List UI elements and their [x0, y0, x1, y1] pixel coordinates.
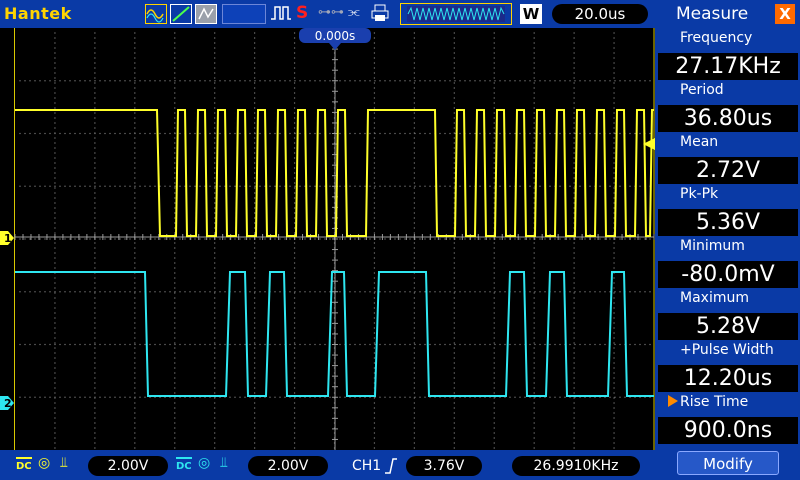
measure-value-maximum: 5.28V — [658, 313, 798, 340]
stop-icon[interactable]: S — [296, 4, 314, 24]
trigger-level[interactable]: 3.76V — [406, 456, 482, 476]
ch1-coupling: DC — [16, 461, 32, 472]
memory-waveform-preview — [407, 6, 505, 22]
ch2-scale[interactable]: 2.00V — [248, 456, 328, 476]
trigger-position-readout: 0.000s — [315, 29, 356, 43]
ch1-scale[interactable]: 2.00V — [88, 456, 168, 476]
measure-label-period: Period — [680, 82, 724, 98]
wave-mode-icon[interactable] — [145, 4, 167, 24]
trigger-edge-icon — [384, 457, 398, 479]
waveform-display[interactable]: 0.000s 1 2 — [0, 27, 655, 450]
close-button[interactable]: X — [775, 4, 795, 24]
print-icon[interactable] — [370, 4, 392, 24]
trigger-frequency: 26.9910KHz — [512, 456, 640, 476]
ch1-bw-limit-icon: ◎ — [38, 455, 51, 471]
measure-value-rise-time: 900.0ns — [658, 417, 798, 444]
ch2-marker-label: 2 — [4, 397, 12, 410]
usb-icon: ⫘ — [348, 5, 360, 20]
ch1-invert-icon: ⫫ — [60, 455, 68, 471]
measure-value-frequency: 27.17KHz — [658, 53, 798, 80]
measure-value-pulse-width: 12.20us — [658, 365, 798, 392]
status-box — [222, 4, 266, 24]
measure-label-pulse-width: +Pulse Width — [680, 342, 774, 358]
modify-button[interactable]: Modify — [677, 451, 779, 475]
brand-logo: Hantek — [4, 4, 72, 23]
key-icon: ⊶⊶ — [318, 5, 344, 20]
measure-label-frequency: Frequency — [680, 30, 753, 46]
measure-value-mean: 2.72V — [658, 157, 798, 184]
acquire-mode-indicator[interactable]: W — [520, 4, 542, 24]
measure-label-minimum: Minimum — [680, 238, 745, 254]
measure-label-pkpk: Pk-Pk — [680, 186, 719, 202]
ch1-marker-label: 1 — [4, 232, 12, 245]
trigger-position-marker — [329, 43, 341, 50]
graticule-grid — [14, 27, 655, 450]
measure-label-maximum: Maximum — [680, 290, 749, 306]
ch1-coupling-line — [16, 457, 32, 459]
measure-value-pkpk: 5.36V — [658, 209, 798, 236]
run-pulse-icon[interactable] — [270, 4, 292, 24]
ch2-bw-limit-icon: ◎ — [198, 455, 211, 471]
trigger-source: CH1 — [352, 458, 382, 474]
measure-label-mean: Mean — [680, 134, 719, 150]
ch2-coupling-line — [176, 457, 192, 459]
timebase-readout[interactable]: 20.0us — [552, 4, 648, 24]
ch2-coupling: DC — [176, 461, 192, 472]
measure-label-rise-time: Rise Time — [680, 394, 749, 410]
measure-value-minimum: -80.0mV — [658, 261, 798, 288]
line-mode-icon[interactable] — [170, 4, 192, 24]
selected-item-arrow-icon — [668, 395, 678, 407]
persist-icon[interactable] — [195, 4, 217, 24]
ch2-invert-icon: ⫫ — [220, 455, 228, 471]
measure-value-period: 36.80us — [658, 105, 798, 132]
